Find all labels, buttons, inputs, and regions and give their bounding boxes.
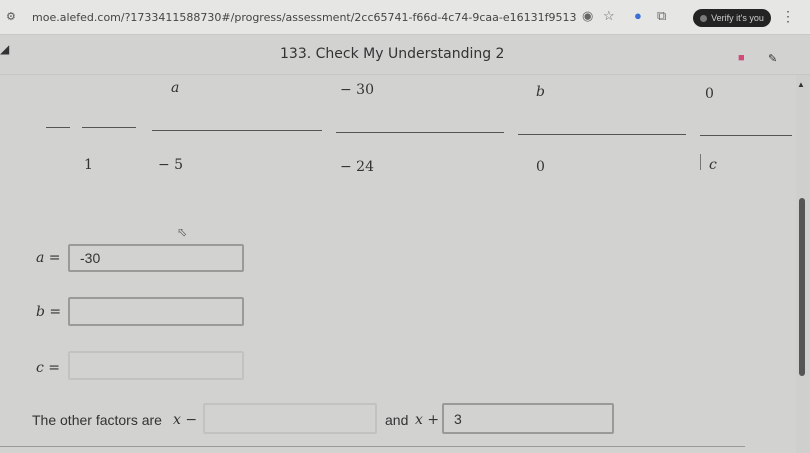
extensions-puzzle-icon[interactable]: ⧉ [657,8,666,24]
row2-blank-2 [82,127,136,128]
site-settings-icon[interactable]: ⚙ [6,10,20,23]
browser-menu-icon[interactable]: ⋮ [781,8,795,25]
factors-joiner: and [385,412,409,428]
factor1-expression: x − [173,412,198,428]
row2-blank-4 [336,132,504,133]
lesson-header: ◢ 133. Check My Understanding 2 [0,34,810,74]
verify-profile-button[interactable]: Verify it's you [693,9,771,27]
page-title: 133. Check My Understanding 2 [280,46,505,62]
bottom-divider [0,446,745,447]
row1-cell-a: a [171,80,180,96]
row3-cell-neg5: − 5 [158,157,184,173]
scroll-up-arrow-icon[interactable]: ▲ [797,80,805,89]
factor2-expression: x + [415,412,440,428]
row2-blank-1 [46,127,70,128]
row1-cell-b: b [536,84,545,100]
row2-blank-5 [518,134,686,135]
row3-cell-0: 0 [536,159,545,175]
row2-blank-3 [152,130,322,131]
menu-icon[interactable]: ◢ [0,42,9,56]
factor2-input[interactable]: 3 [442,403,614,434]
address-bar[interactable]: moe.alefed.com/?1733411588730#/progress/… [32,11,577,25]
row3-cell-1: 1 [84,157,93,173]
row1-cell-neg30: − 30 [340,82,374,98]
row3-cell-c: c [709,157,717,173]
hide-icon[interactable]: ◉ [582,8,593,24]
mouse-pointer-icon: ⬁ [177,225,188,239]
header-divider [0,74,810,75]
scrollbar-thumb[interactable] [799,198,805,376]
a-input[interactable]: -30 [68,244,244,272]
c-label: c = [36,360,61,376]
row3-cell-neg24: − 24 [340,159,374,175]
profile-avatar-icon [700,14,708,22]
verify-label: Verify it's you [711,13,764,23]
factor1-input[interactable] [203,403,377,434]
text-caret [700,154,701,170]
pencil-icon[interactable]: ✎ [768,52,777,65]
bookmark-star-icon[interactable]: ☆ [603,8,615,24]
b-label: b = [36,304,62,320]
b-input[interactable] [68,297,244,326]
flag-icon[interactable]: ■ [738,52,745,64]
browser-toolbar: ⚙ moe.alefed.com/?1733411588730#/progres… [0,0,810,35]
extension-icon[interactable]: ● [634,8,642,23]
a-label: a = [36,250,61,266]
c-input[interactable] [68,351,244,380]
factors-prefix: The other factors are [32,412,162,428]
row1-cell-0: 0 [705,86,714,102]
row2-blank-6 [700,135,792,136]
